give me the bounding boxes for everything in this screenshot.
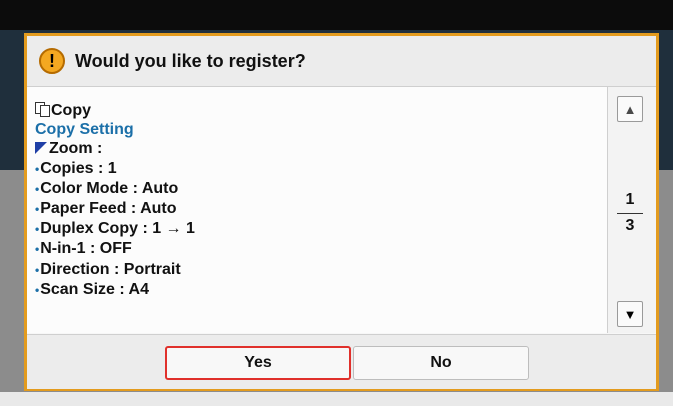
list-item-text: Duplex Copy : 1 → 1 xyxy=(40,220,195,238)
list-item-text: Direction : Portrait xyxy=(40,260,181,278)
copy-heading: Copy xyxy=(35,101,195,120)
dialog-title-bar: ! Would you like to register? xyxy=(27,36,656,87)
page-divider xyxy=(617,213,643,214)
bullet-icon: • xyxy=(35,202,40,217)
list-item: •Scan Size : A4 xyxy=(35,280,195,300)
list-item-text: N-in-1 : OFF xyxy=(40,240,132,258)
list-item: •Paper Feed : Auto xyxy=(35,199,195,219)
scroll-up-button[interactable]: ▲ xyxy=(617,96,643,122)
bullet-icon: • xyxy=(35,242,40,257)
list-item: •Duplex Copy : 1 → 1 xyxy=(35,219,195,239)
copy-setting-heading: Copy Setting xyxy=(35,121,134,139)
scroll-down-button[interactable]: ▼ xyxy=(617,301,643,327)
bullet-icon: • xyxy=(35,262,40,277)
list-item-text: Scan Size : A4 xyxy=(40,280,149,298)
bullet-icon: • xyxy=(35,222,40,237)
no-button[interactable]: No xyxy=(353,346,529,380)
warning-icon: ! xyxy=(39,48,65,74)
settings-summary: Copy Copy Setting Zoom : •Copies : 1 •Co… xyxy=(27,87,608,333)
list-item: •Copies : 1 xyxy=(35,159,195,179)
triangle-marker-icon xyxy=(35,142,47,155)
list-item: •Direction : Portrait xyxy=(35,260,195,280)
page-scroller: ▲ 1 3 ▼ xyxy=(608,87,656,333)
arrow-up-icon: ▲ xyxy=(623,101,637,117)
list-item-text: Copies : 1 xyxy=(40,159,117,177)
dialog-button-bar: Yes No xyxy=(27,334,656,389)
zoom-label: Zoom : xyxy=(49,140,103,158)
current-page: 1 xyxy=(625,191,635,208)
dialog-title: Would you like to register? xyxy=(75,50,306,71)
yes-button[interactable]: Yes xyxy=(165,346,351,380)
list-item: •N-in-1 : OFF xyxy=(35,239,195,259)
list-item: •Color Mode : Auto xyxy=(35,179,195,199)
zoom-line: Zoom : xyxy=(35,139,195,158)
list-item-text: Paper Feed : Auto xyxy=(40,200,177,218)
total-pages: 3 xyxy=(625,217,635,234)
list-item-text: Color Mode : Auto xyxy=(40,179,179,197)
copy-heading-label: Copy xyxy=(51,102,91,119)
bullet-icon: • xyxy=(35,161,40,176)
register-dialog: ! Would you like to register? Copy Copy … xyxy=(24,33,659,391)
bullet-icon: • xyxy=(35,181,40,196)
arrow-down-icon: ▼ xyxy=(623,306,637,322)
device-top-bar xyxy=(0,0,673,30)
settings-list: Copy Copy Setting Zoom : •Copies : 1 •Co… xyxy=(35,101,195,300)
bullet-icon: • xyxy=(35,282,40,297)
device-bottom-bar xyxy=(0,392,673,406)
copy-icon xyxy=(35,102,50,117)
